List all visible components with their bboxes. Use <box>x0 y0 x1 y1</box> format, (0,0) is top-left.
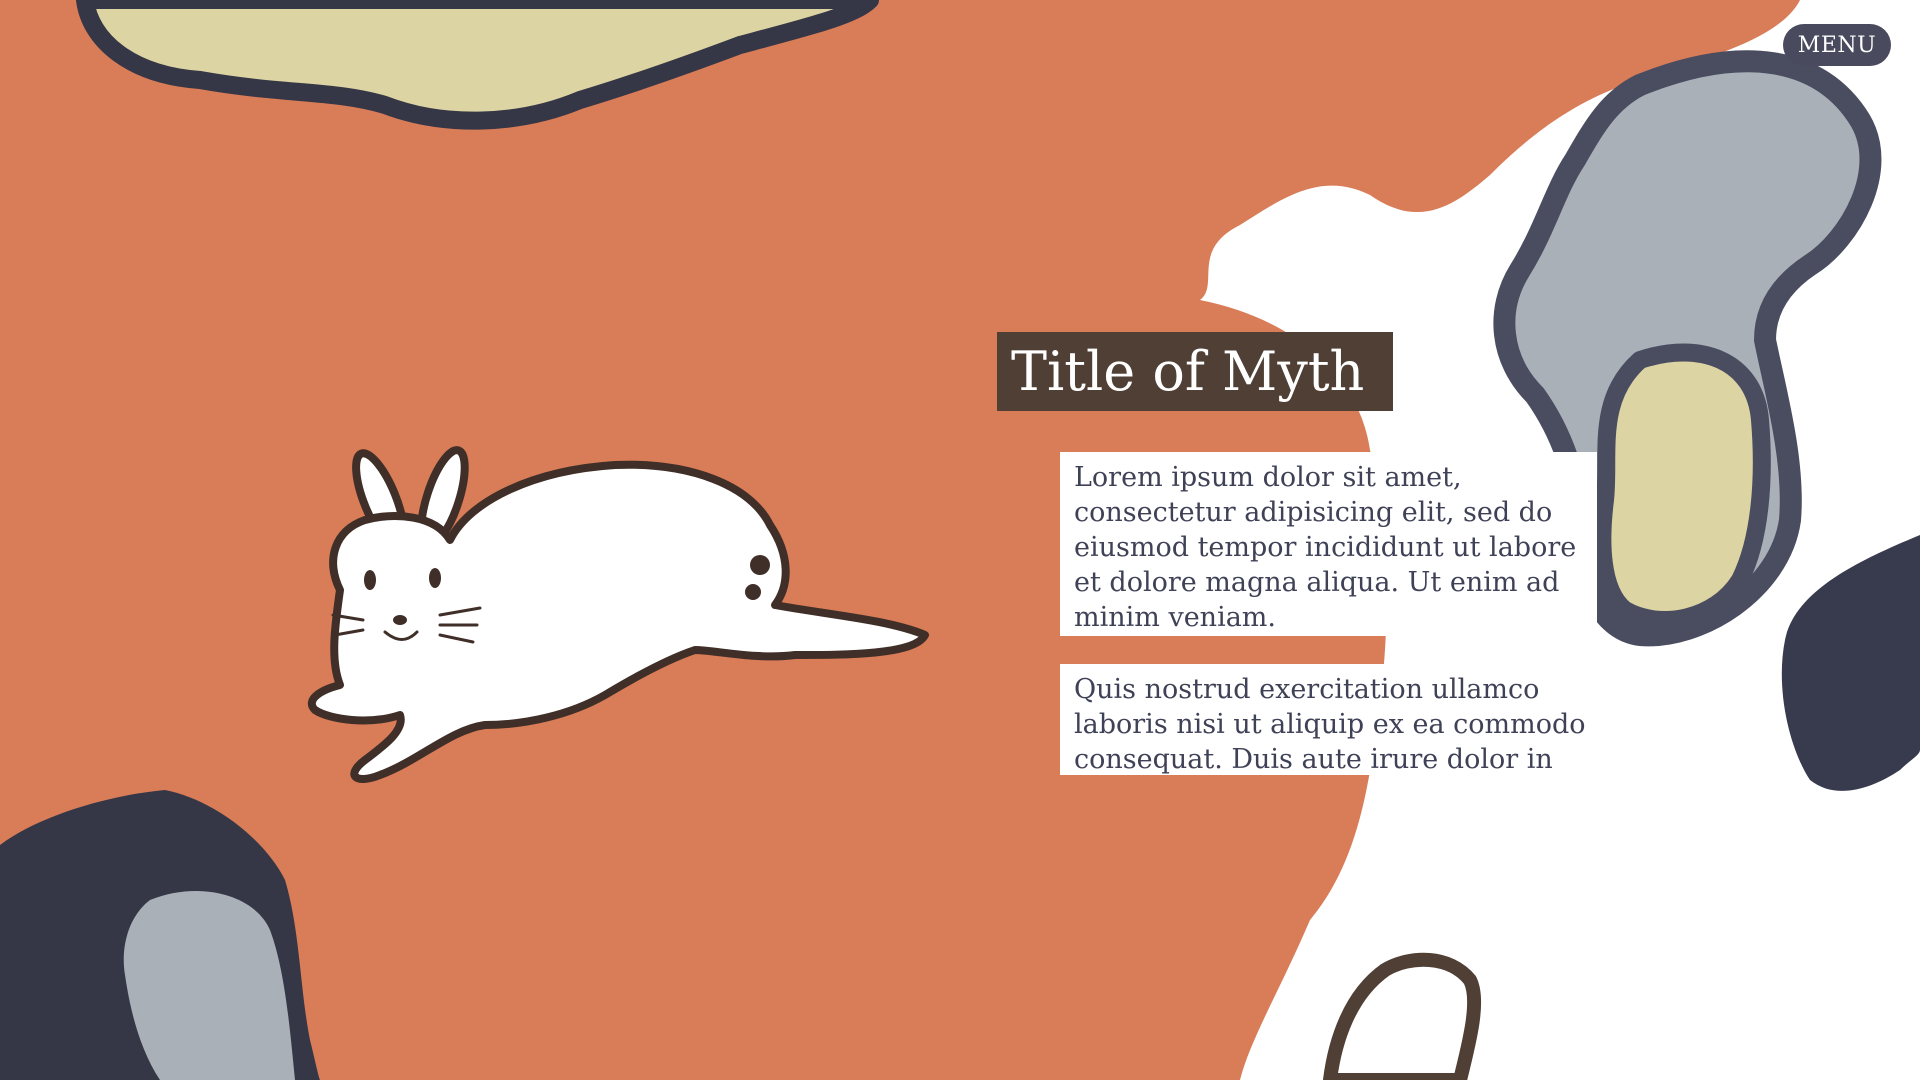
story-paragraph: Lorem ipsum dolor sit amet, consectetur … <box>1060 452 1597 636</box>
menu-button-label: MENU <box>1797 32 1877 58</box>
myth-page: MENU Title of Myth Lorem ipsum dolor sit… <box>0 0 1920 1080</box>
rabbit-illustration <box>307 446 929 783</box>
story-paragraph: Quis nostrud exercitation ullamco labori… <box>1060 664 1597 775</box>
menu-button[interactable]: MENU <box>1783 24 1891 66</box>
page-title: Title of Myth <box>997 332 1393 411</box>
